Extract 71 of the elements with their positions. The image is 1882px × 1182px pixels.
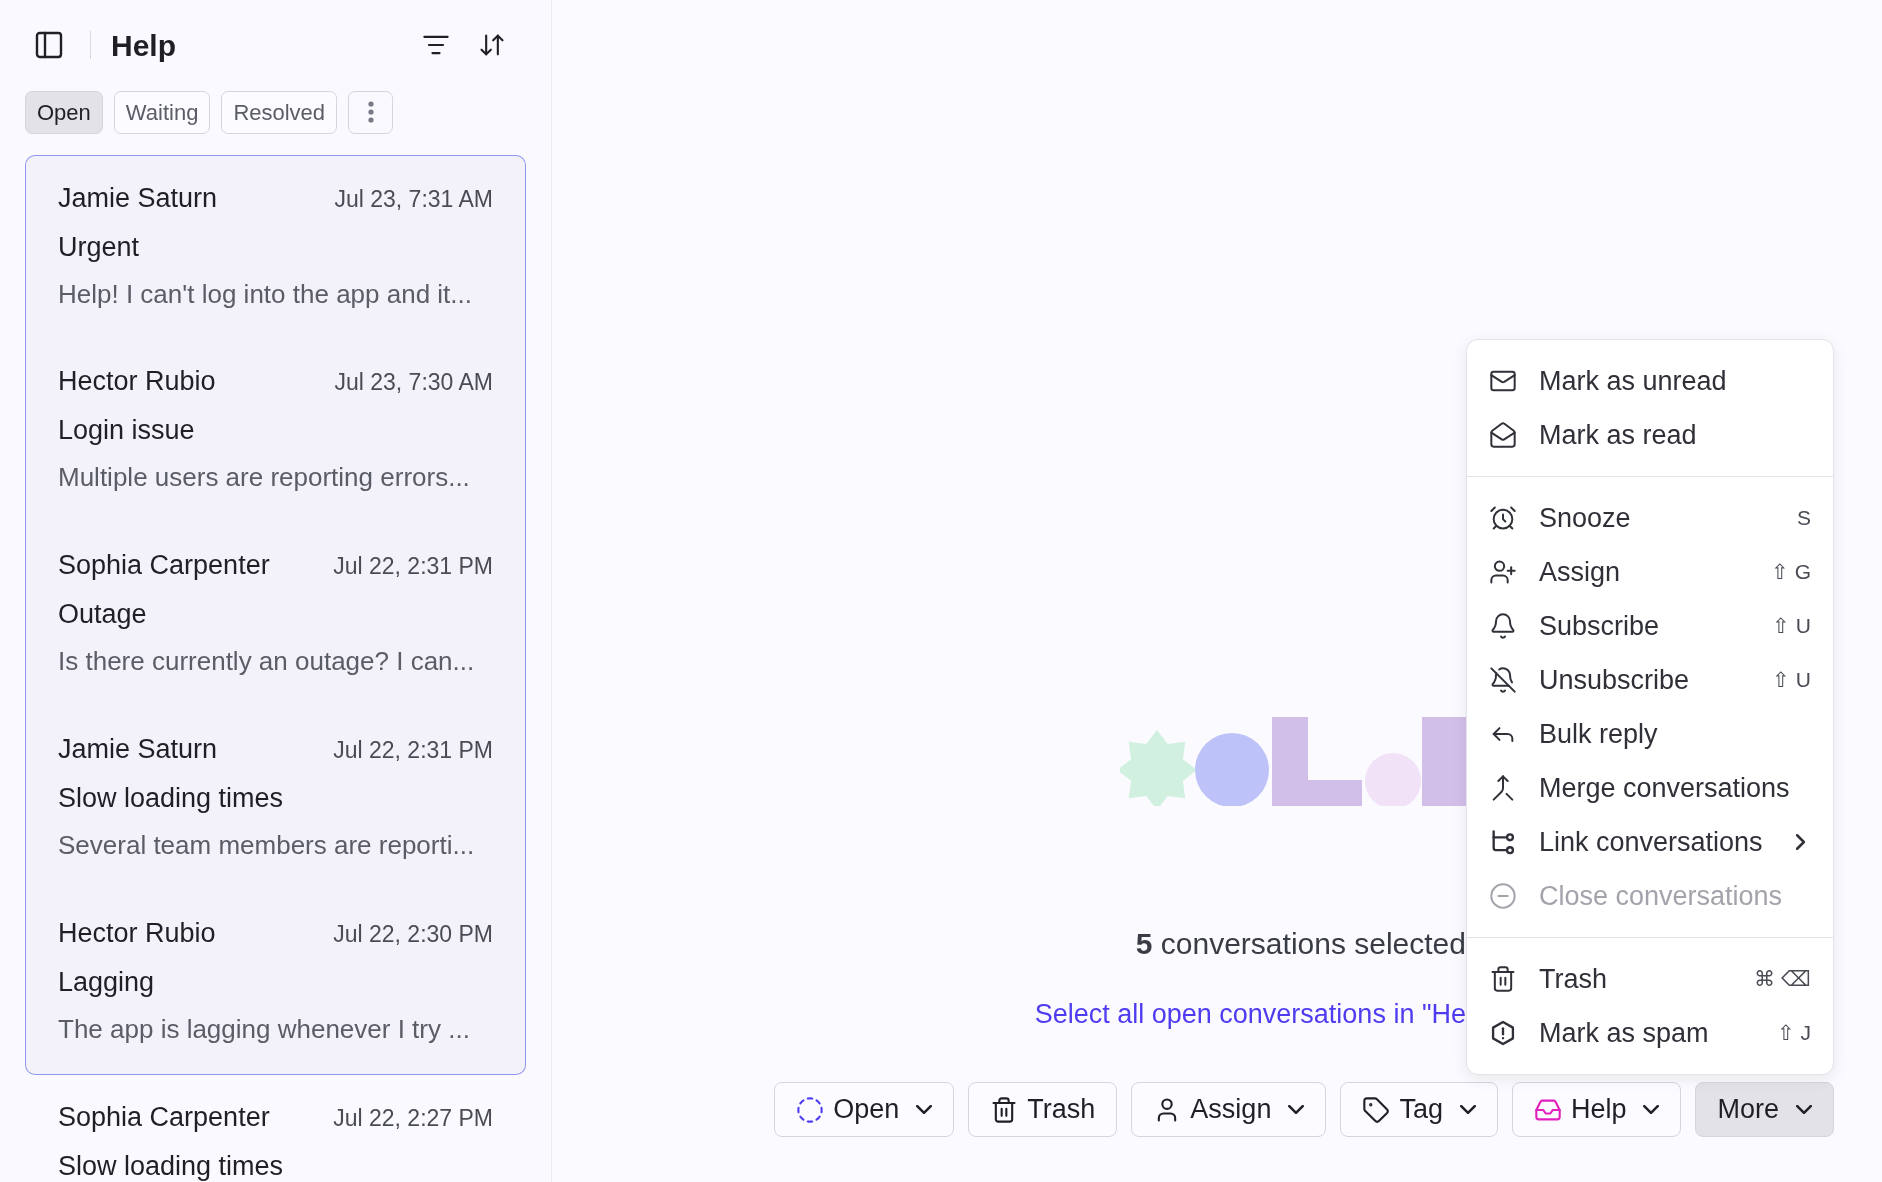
shortcut-hint: ⇧ U (1772, 667, 1811, 694)
sidebar-toggle-icon[interactable] (33, 29, 65, 61)
menu-item[interactable]: Mark as spam ⇧ J (1467, 1006, 1833, 1060)
conversation-subject: Urgent (58, 230, 141, 264)
sender-name: Hector Rubio (58, 917, 216, 950)
conversation-subject: Lagging (58, 965, 156, 999)
dashed-circle-icon (796, 1095, 825, 1124)
conversation-subject: Slow loading times (58, 781, 285, 815)
user-plus-icon (1489, 558, 1517, 586)
shortcut-hint: ⇧ G (1770, 559, 1811, 586)
menu-item[interactable]: Trash ⌘ ⌫ (1467, 952, 1833, 1006)
conversation-item[interactable]: Hector Rubio Jul 22, 2:30 PM Lagging The app is lagging whenever I try ... (25, 891, 526, 1075)
conversation-subject: Outage (58, 597, 148, 631)
select-all-link[interactable]: Select all open conversations in "He (1034, 994, 1466, 1035)
sender-name: Sophia Carpenter (58, 549, 270, 582)
bell-off-icon (1489, 666, 1517, 694)
status-tab[interactable]: Resolved (221, 90, 338, 134)
action-button[interactable]: Assign (1131, 1082, 1327, 1137)
conversation-item[interactable]: Hector Rubio Jul 23, 7:30 AM Login issue Multiple users are reporting errors... (25, 339, 526, 523)
shortcut-hint: ⇧ U (1772, 613, 1811, 640)
menu-item[interactable]: Link conversations (1467, 815, 1833, 869)
conversation-item[interactable]: Jamie Saturn Jul 23, 7:31 AM Urgent Help! I can't log into the app and it... (25, 155, 526, 339)
action-button[interactable]: Trash (968, 1082, 1118, 1137)
sender-name: Sophia Carpenter (58, 1101, 270, 1134)
conversation-time: Jul 23, 7:30 AM (334, 368, 493, 397)
menu-item[interactable]: Bulk reply (1467, 707, 1833, 761)
trash-icon (1489, 965, 1517, 993)
vertical-dots-icon (367, 101, 374, 123)
menu-item[interactable]: Merge conversations (1467, 761, 1833, 815)
conversation-time: Jul 22, 2:30 PM (333, 920, 493, 949)
sender-name: Jamie Saturn (58, 182, 218, 215)
status-tab[interactable]: Open (25, 90, 103, 134)
open-envelope-icon (1489, 421, 1517, 449)
conversation-item[interactable]: Sophia Carpenter Jul 22, 2:27 PM Slow loading times (25, 1075, 526, 1182)
minus-circle-icon (1489, 882, 1517, 910)
message-preview: Help! I can't log into the app and it... (58, 278, 473, 311)
menu-item[interactable]: Subscribe ⇧ U (1467, 599, 1833, 653)
shortcut-hint: S (1797, 505, 1811, 532)
shortcut-hint: ⌘ ⌫ (1754, 966, 1811, 993)
conversation-time: Jul 23, 7:31 AM (334, 185, 493, 214)
sender-name: Jamie Saturn (58, 733, 218, 766)
shortcut-hint: ⇧ J (1776, 1020, 1811, 1047)
alarm-clock-icon (1489, 504, 1517, 532)
conversation-item[interactable]: Sophia Carpenter Jul 22, 2:31 PM Outage Is there currently an outage? I can... (25, 523, 526, 707)
message-preview: Multiple users are reporting errors... (58, 461, 471, 494)
message-preview: The app is lagging whenever I try ... (58, 1013, 471, 1046)
conversation-time: Jul 22, 2:27 PM (333, 1104, 493, 1133)
sender-name: Hector Rubio (58, 365, 216, 398)
menu-item[interactable]: Snooze S (1467, 491, 1833, 545)
tag-icon (1362, 1095, 1391, 1124)
action-button[interactable]: Tag (1340, 1082, 1498, 1137)
conversation-item[interactable]: Jamie Saturn Jul 22, 2:31 PM Slow loading times Several team members are reporti... (25, 707, 526, 891)
message-preview: Several team members are reporti... (58, 829, 476, 862)
menu-item[interactable]: Assign ⇧ G (1467, 545, 1833, 599)
status-tab[interactable]: Waiting (113, 90, 211, 134)
menu-item[interactable]: Unsubscribe ⇧ U (1467, 653, 1833, 707)
inbox-title: Help (111, 27, 176, 64)
selection-count: 5 conversations selected (1135, 926, 1466, 962)
menu-item[interactable]: Mark as unread (1467, 354, 1833, 408)
conversation-time: Jul 22, 2:31 PM (333, 552, 493, 581)
action-button[interactable]: Help (1511, 1082, 1682, 1137)
conversation-subject: Login issue (58, 413, 196, 447)
more-options-button[interactable] (348, 90, 394, 134)
bell-icon (1489, 612, 1517, 640)
menu-item[interactable]: Mark as read (1467, 408, 1833, 462)
conversation-subject: Slow loading times (58, 1149, 285, 1182)
action-button[interactable]: More (1695, 1082, 1834, 1137)
hexagon-alert-icon (1489, 1019, 1517, 1047)
conversation-time: Jul 22, 2:31 PM (333, 736, 493, 765)
message-preview: Is there currently an outage? I can... (58, 645, 476, 678)
action-button[interactable]: Open (774, 1082, 955, 1137)
